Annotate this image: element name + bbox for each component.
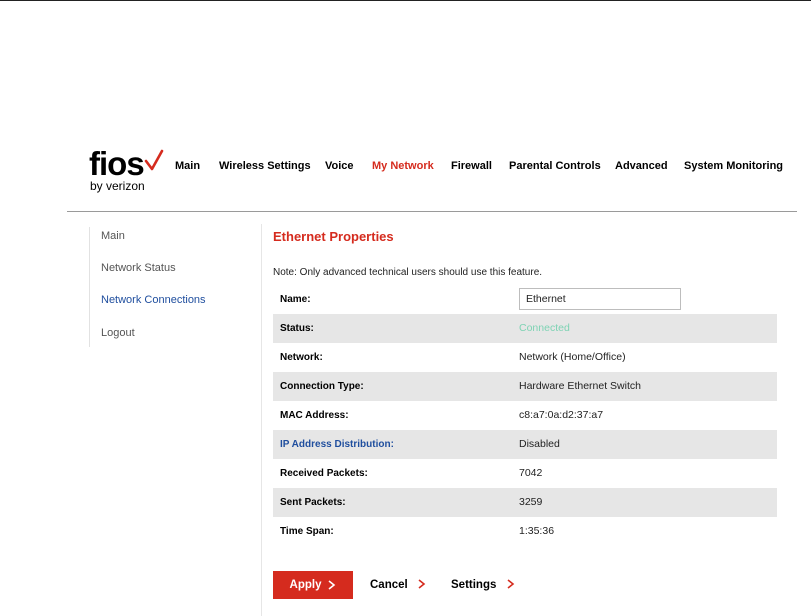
- chevron-right-icon: [418, 579, 426, 589]
- table-row-ip-distribution: IP Address Distribution: Disabled: [273, 430, 777, 459]
- connection-type-label: Connection Type:: [280, 381, 364, 392]
- nav-advanced[interactable]: Advanced: [615, 160, 668, 172]
- settings-button[interactable]: Settings: [451, 571, 515, 599]
- checkmark-icon: [144, 149, 164, 171]
- network-value: Network (Home/Office): [519, 351, 626, 363]
- time-span-value: 1:35:36: [519, 525, 555, 537]
- logo-subtitle: by verizon: [90, 179, 145, 193]
- top-border: [0, 0, 811, 1]
- sent-packets-value: 3259: [519, 496, 543, 508]
- nav-voice[interactable]: Voice: [325, 160, 354, 172]
- cancel-button-label: Cancel: [370, 579, 408, 591]
- nav-system-monitoring[interactable]: System Monitoring: [684, 160, 783, 172]
- apply-button-label: Apply: [289, 579, 322, 591]
- status-value: Connected: [519, 322, 570, 334]
- page-title: Ethernet Properties: [273, 229, 394, 244]
- table-row-mac-address: MAC Address: c8:a7:0a:d2:37:a7: [273, 401, 777, 430]
- sidebar-item-network-status[interactable]: Network Status: [101, 262, 176, 274]
- nav-firewall[interactable]: Firewall: [451, 160, 492, 172]
- content-divider: [261, 224, 262, 616]
- table-row-network: Network: Network (Home/Office): [273, 343, 777, 372]
- name-label: Name:: [280, 294, 311, 305]
- table-row-status: Status: Connected: [273, 314, 777, 343]
- sidebar: Main Network Status Network Connections …: [89, 227, 250, 347]
- nav-main[interactable]: Main: [175, 160, 200, 172]
- time-span-label: Time Span:: [280, 526, 334, 537]
- table-row-connection-type: Connection Type: Hardware Ethernet Switc…: [273, 372, 777, 401]
- status-label: Status:: [280, 323, 314, 334]
- mac-address-value: c8:a7:0a:d2:37:a7: [519, 409, 604, 421]
- settings-button-label: Settings: [451, 579, 497, 591]
- fios-logo[interactable]: fios by verizon: [89, 146, 169, 196]
- sent-packets-label: Sent Packets:: [280, 497, 346, 508]
- received-packets-label: Received Packets:: [280, 468, 368, 479]
- logo-word: fios: [89, 145, 145, 182]
- properties-table: Name: Status: Connected Network: Network…: [273, 285, 777, 546]
- table-row-name: Name:: [273, 285, 777, 314]
- sidebar-item-logout[interactable]: Logout: [101, 327, 135, 339]
- advanced-users-note: Note: Only advanced technical users shou…: [273, 267, 543, 278]
- header-divider: [67, 211, 797, 212]
- name-input[interactable]: [519, 288, 681, 310]
- chevron-right-icon: [328, 580, 336, 590]
- ip-address-distribution-link[interactable]: IP Address Distribution:: [280, 430, 394, 459]
- table-row-time-span: Time Span: 1:35:36: [273, 517, 777, 546]
- nav-parental-controls[interactable]: Parental Controls: [509, 160, 601, 172]
- table-row-sent-packets: Sent Packets: 3259: [273, 488, 777, 517]
- sidebar-item-main[interactable]: Main: [101, 230, 125, 242]
- mac-address-label: MAC Address:: [280, 410, 349, 421]
- received-packets-value: 7042: [519, 467, 543, 479]
- nav-my-network[interactable]: My Network: [372, 160, 434, 172]
- sidebar-item-network-connections[interactable]: Network Connections: [101, 294, 206, 306]
- network-label: Network:: [280, 352, 323, 363]
- cancel-button[interactable]: Cancel: [370, 571, 426, 599]
- table-row-received-packets: Received Packets: 7042: [273, 459, 777, 488]
- chevron-right-icon: [507, 579, 514, 589]
- connection-type-value: Hardware Ethernet Switch: [519, 380, 641, 392]
- ip-address-distribution-value: Disabled: [519, 438, 560, 450]
- nav-wireless-settings[interactable]: Wireless Settings: [219, 160, 311, 172]
- apply-button[interactable]: Apply: [273, 571, 353, 599]
